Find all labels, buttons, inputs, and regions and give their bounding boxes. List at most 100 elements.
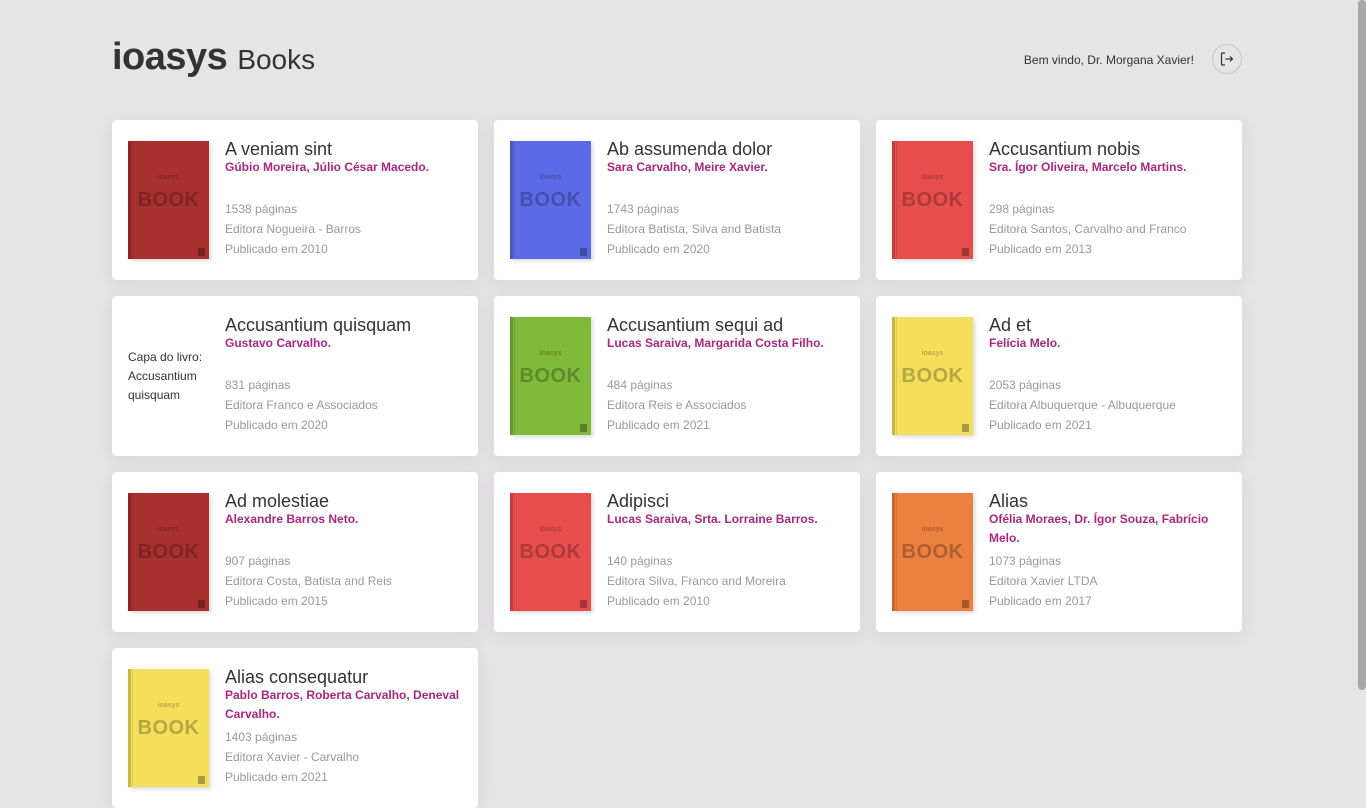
book-published: Publicado em 2021 [989,418,1092,432]
book-publisher: Editora Costa, Batista and Reis [225,574,392,588]
book-cover: ioasys BOOK [892,493,973,611]
cover-mark [198,776,205,784]
book-authors: Gúbio Moreira, Júlio César Macedo. [225,160,430,174]
book-card[interactable]: ioasys BOOK Adipisci Lucas Saraiva, Srta… [494,472,860,632]
book-card[interactable]: ioasys BOOK Ad molestiae Alexandre Barro… [112,472,478,632]
book-publisher: Editora Santos, Carvalho and Franco [989,222,1187,236]
cover-mark [962,424,969,432]
book-title: A veniam sint [225,139,333,159]
book-card[interactable]: ioasys BOOK Ad et Felícia Melo. 2053 pág… [876,296,1242,456]
book-publisher: Editora Batista, Silva and Batista [607,222,782,236]
book-card[interactable]: ioasys BOOK Accusantium sequi ad Lucas S… [494,296,860,456]
welcome-message: Bem vindo, Dr. Morgana Xavier! [1023,53,1194,67]
book-pages: 140 páginas [607,554,673,568]
book-info: Accusantium nobis Sra. Ígor Oliveira, Ma… [989,139,1187,280]
book-pages: 831 páginas [225,378,291,392]
cover-book-label: BOOK [519,189,582,211]
cover-book-label: BOOK [901,541,964,563]
book-authors: Sra. Ígor Oliveira, Marcelo Martins. [989,160,1187,174]
book-card[interactable]: ioasys BOOK Ab assumenda dolor Sara Carv… [494,120,860,280]
book-card[interactable]: ioasys BOOK Accusantium nobis Sra. Ígor … [876,120,1242,280]
scrollbar-thumb[interactable] [1358,0,1366,690]
book-info: Alias consequatur Pablo Barros, Roberta … [225,667,462,808]
book-published: Publicado em 2017 [989,594,1092,608]
book-pages: 2053 páginas [989,378,1062,392]
book-cover: ioasys BOOK [892,317,973,435]
cover-book-label: BOOK [137,189,200,211]
book-card[interactable]: ioasys BOOK A veniam sint Gúbio Moreira,… [112,120,478,280]
book-authors: Lucas Saraiva, Margarida Costa Filho. [607,336,824,350]
cover-book-label: BOOK [137,717,200,739]
book-info: A veniam sint Gúbio Moreira, Júlio César… [225,139,430,280]
cover-book-label: BOOK [901,365,964,387]
logo: ioasys Books [112,36,315,79]
book-cover-alt-text: Capa do livro: Accusantium quisquam [128,349,203,402]
cover-brand: ioasys [157,702,180,709]
book-info: Ad et Felícia Melo. 2053 páginas Editora… [989,315,1176,456]
cover-brand: ioasys [921,174,944,181]
book-authors: Lucas Saraiva, Srta. Lorraine Barros. [607,512,818,526]
cover-brand: ioasys [539,174,562,181]
book-cover: ioasys BOOK [510,493,591,611]
book-publisher: Editora Xavier - Carvalho [225,750,360,764]
book-title: Ad et [989,315,1032,335]
book-published: Publicado em 2021 [225,770,328,784]
book-info: Adipisci Lucas Saraiva, Srta. Lorraine B… [607,491,818,632]
book-authors: Sara Carvalho, Meire Xavier. [607,160,768,174]
book-published: Publicado em 2015 [225,594,328,608]
book-publisher: Editora Nogueira - Barros [225,222,362,236]
book-published: Publicado em 2021 [607,418,710,432]
logout-icon [1220,52,1234,66]
book-published: Publicado em 2013 [989,242,1092,256]
cover-mark [962,600,969,608]
book-title: Ad molestiae [225,491,330,511]
book-card[interactable]: ioasys BOOK Alias Ofélia Moraes, Dr. Ígo… [876,472,1242,632]
book-publisher: Editora Franco e Associados [225,398,378,412]
book-info: Ad molestiae Alexandre Barros Neto. 907 … [225,491,392,632]
book-pages: 1743 páginas [607,202,680,216]
book-authors: Pablo Barros, Roberta Carvalho, Deneval … [225,688,460,721]
book-authors: Alexandre Barros Neto. [225,512,359,526]
logout-button[interactable] [1212,44,1242,74]
page-title: Books [237,44,316,75]
book-info: Alias Ofélia Moraes, Dr. Ígor Souza, Fab… [989,492,1226,632]
cover-book-label: BOOK [519,541,582,563]
book-cover: ioasys BOOK [128,493,209,611]
book-info: Ab assumenda dolor Sara Carvalho, Meire … [607,140,782,280]
book-published: Publicado em 2010 [607,594,710,608]
book-title: Accusantium quisquam [225,315,412,335]
book-title: Accusantium nobis [989,139,1141,159]
cover-book-label: BOOK [137,541,200,563]
book-title: Accusantium sequi ad [607,315,784,335]
book-info: Accusantium quisquam Gustavo Carvalho. 8… [225,315,412,456]
book-pages: 298 páginas [989,202,1055,216]
book-authors: Felícia Melo. [989,336,1061,350]
book-title: Alias consequatur [225,667,369,687]
cover-brand: ioasys [539,350,562,357]
book-info: Accusantium sequi ad Lucas Saraiva, Marg… [607,315,824,456]
book-pages: 1538 páginas [225,202,298,216]
cover-brand: ioasys [157,526,180,533]
cover-mark [580,424,587,432]
book-cover: ioasys BOOK [892,141,973,259]
book-cover: ioasys BOOK [128,669,209,787]
cover-mark [580,248,587,256]
book-title: Adipisci [607,491,670,511]
cover-mark [198,248,205,256]
cover-mark [580,600,587,608]
book-pages: 1403 páginas [225,730,298,744]
cover-brand: ioasys [539,526,562,533]
book-cover: ioasys BOOK [128,141,209,259]
book-published: Publicado em 2020 [607,242,710,256]
book-card[interactable]: ioasys BOOK Alias consequatur Pablo Barr… [112,648,478,808]
logo-brand: ioasys [112,36,228,78]
cover-mark [198,600,205,608]
book-pages: 484 páginas [607,378,673,392]
book-pages: 907 páginas [225,554,291,568]
page-header: ioasys Books Bem vindo, Dr. Morgana Xavi… [112,36,1242,86]
book-card[interactable]: Capa do livro: Accusantium quisquam Accu… [112,296,478,456]
scrollbar[interactable] [1356,0,1366,768]
cover-brand: ioasys [157,174,180,181]
book-publisher: Editora Xavier LTDA [989,574,1098,588]
book-authors: Gustavo Carvalho. [225,336,332,350]
